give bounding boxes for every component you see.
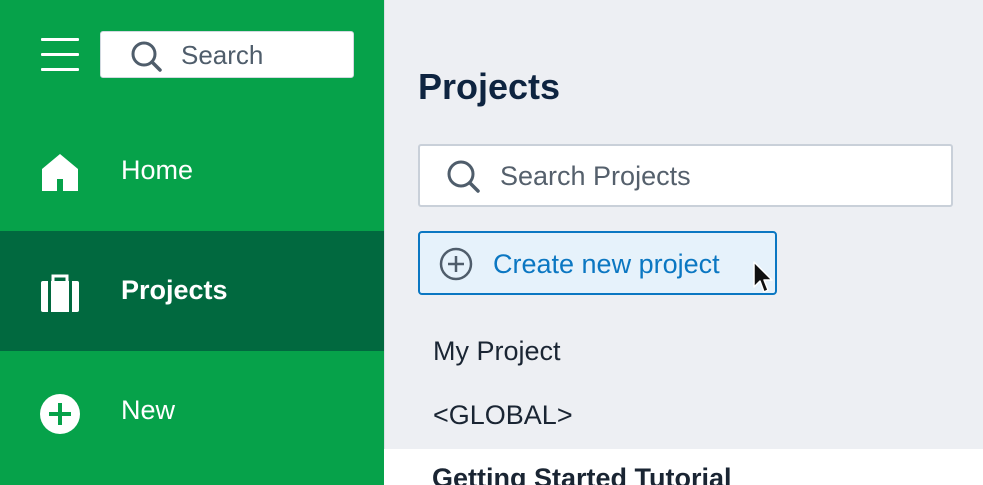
nav-item-home[interactable]: Home bbox=[0, 111, 384, 231]
search-icon bbox=[447, 160, 480, 193]
project-search bbox=[418, 144, 953, 207]
sidebar-search bbox=[100, 31, 354, 78]
projects-panel: Projects Create new project My Project <… bbox=[384, 0, 983, 449]
search-icon bbox=[131, 41, 162, 72]
project-search-input[interactable] bbox=[500, 160, 940, 192]
plus-circle-icon bbox=[40, 394, 80, 434]
sidebar-search-input[interactable] bbox=[181, 40, 346, 70]
briefcase-icon bbox=[41, 274, 79, 312]
nav-label: Home bbox=[121, 155, 194, 185]
home-icon bbox=[42, 154, 78, 191]
project-item-getting-started[interactable]: Getting Started Tutorial bbox=[432, 463, 732, 485]
nav-label: New bbox=[121, 395, 176, 425]
plus-circle-icon bbox=[439, 247, 473, 281]
nav-label: Projects bbox=[121, 275, 228, 305]
sidebar: Home Projects New bbox=[0, 0, 384, 485]
menu-icon[interactable] bbox=[41, 38, 79, 72]
nav-item-new[interactable]: New bbox=[0, 351, 384, 471]
project-item-global[interactable]: <GLOBAL> bbox=[433, 400, 573, 431]
nav-item-projects[interactable]: Projects bbox=[0, 231, 384, 351]
page-title: Projects bbox=[418, 66, 561, 107]
create-project-label: Create new project bbox=[493, 249, 720, 279]
create-project-button[interactable]: Create new project bbox=[418, 231, 777, 295]
project-item-my-project[interactable]: My Project bbox=[433, 336, 561, 367]
